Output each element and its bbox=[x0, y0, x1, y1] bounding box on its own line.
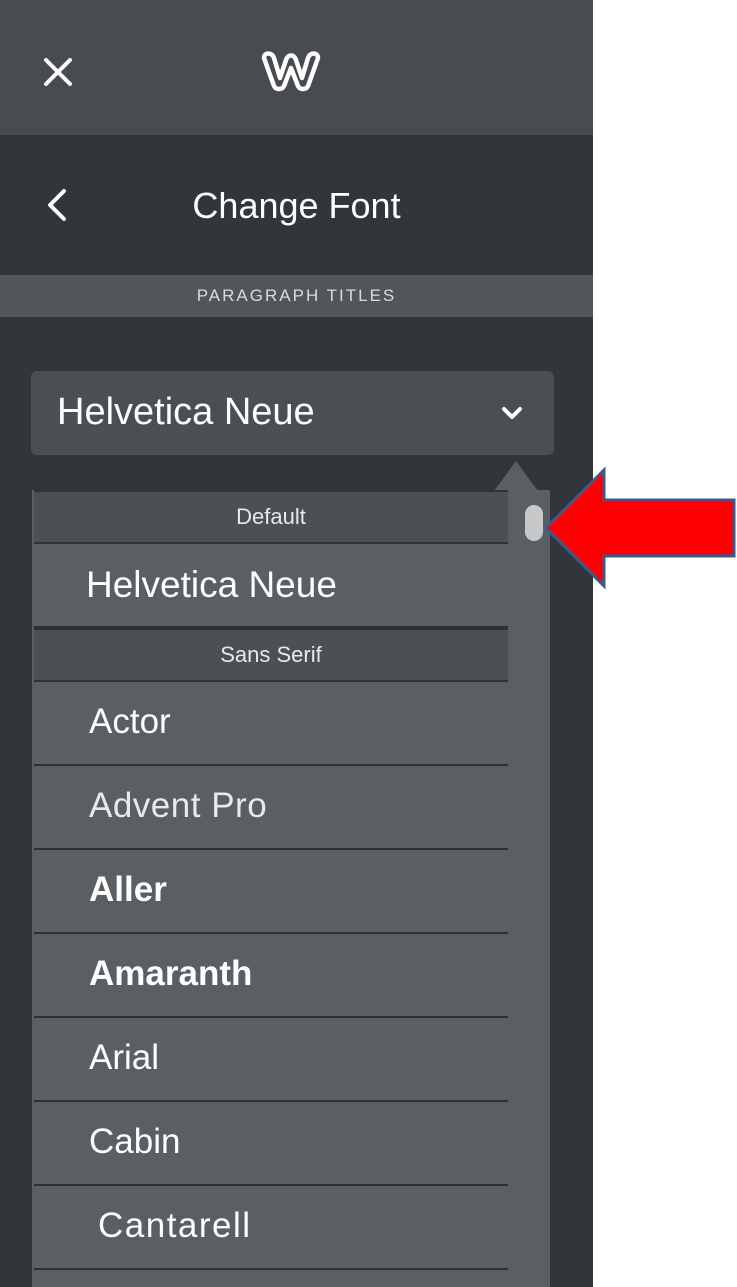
weebly-logo-icon bbox=[258, 48, 324, 92]
font-option-actor[interactable]: Actor bbox=[34, 682, 508, 766]
font-option-label: Advent Pro bbox=[89, 786, 268, 825]
font-select-value: Helvetica Neue bbox=[57, 391, 315, 433]
font-option-cabin[interactable]: Cabin bbox=[34, 1102, 508, 1186]
close-icon bbox=[44, 58, 72, 86]
top-bar bbox=[0, 0, 593, 135]
font-select[interactable]: Helvetica Neue bbox=[31, 371, 554, 455]
font-option-label: Actor bbox=[89, 702, 171, 741]
font-option-cantarell[interactable]: Cantarell bbox=[34, 1186, 508, 1270]
font-option-advent-pro[interactable]: Advent Pro bbox=[34, 766, 508, 850]
panel-header: Change Font bbox=[0, 135, 593, 275]
section-label: PARAGRAPH TITLES bbox=[0, 275, 593, 317]
page-title: Change Font bbox=[0, 185, 593, 227]
group-header-default: Default bbox=[34, 490, 508, 544]
font-option-label: Arial bbox=[89, 1038, 160, 1077]
font-option-label: Cabin bbox=[89, 1122, 181, 1161]
font-dropdown-list: Default Helvetica Neue Sans Serif Actor … bbox=[32, 490, 550, 1287]
font-option-label: Amaranth bbox=[89, 954, 253, 993]
font-option-aller[interactable]: Aller bbox=[34, 850, 508, 934]
group-header-sans-serif: Sans Serif bbox=[34, 628, 508, 682]
close-button[interactable] bbox=[38, 48, 82, 92]
font-option-amaranth[interactable]: Amaranth bbox=[34, 934, 508, 1018]
page-title-text: Change Font bbox=[192, 185, 401, 226]
font-option-label: Aller bbox=[89, 870, 167, 909]
font-option-label: Cantarell bbox=[98, 1206, 252, 1245]
dropdown-caret bbox=[494, 461, 538, 491]
font-option-arial[interactable]: Arial bbox=[34, 1018, 508, 1102]
font-option-helvetica-neue[interactable]: Helvetica Neue bbox=[34, 544, 508, 628]
chevron-down-icon bbox=[502, 407, 522, 419]
annotation-arrow-icon bbox=[543, 466, 736, 590]
font-option-label: Helvetica Neue bbox=[86, 564, 337, 605]
font-editor-panel: Change Font PARAGRAPH TITLES Helvetica N… bbox=[0, 0, 593, 1287]
